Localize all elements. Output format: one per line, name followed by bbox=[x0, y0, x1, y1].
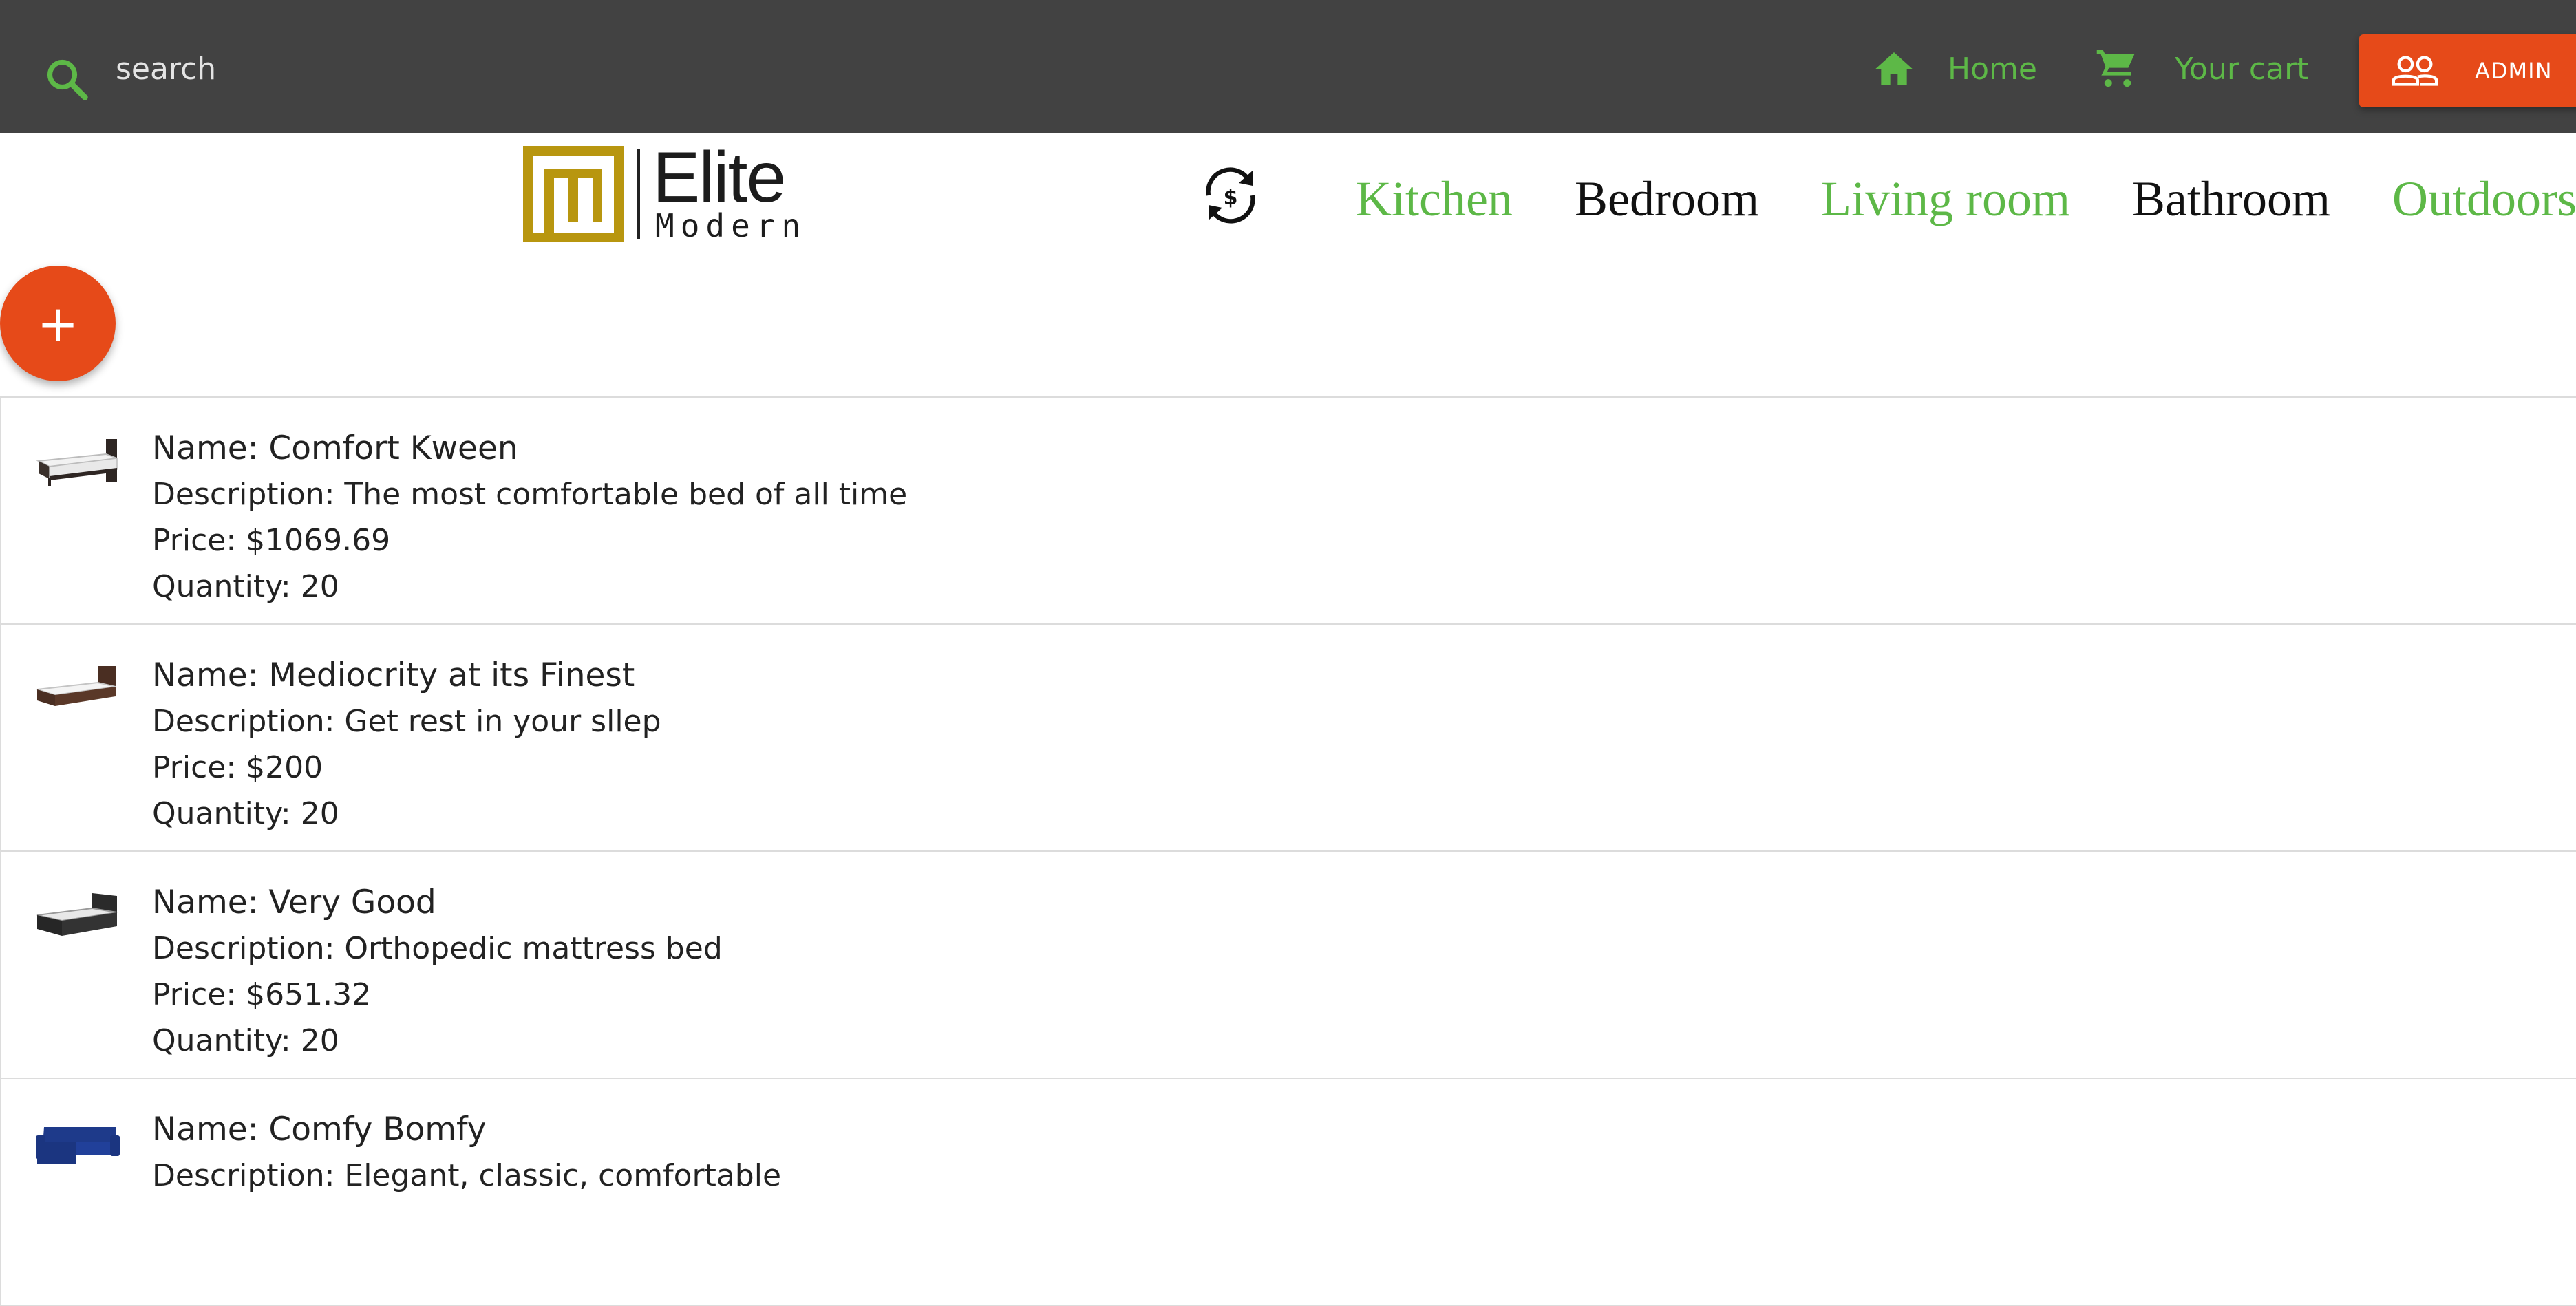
search-input[interactable] bbox=[116, 44, 597, 94]
product-description: Description: Elegant, classic, comfortab… bbox=[152, 1158, 782, 1193]
product-description: Description: The most comfortable bed of… bbox=[152, 477, 908, 512]
product-name: Name: Mediocrity at its Finest bbox=[152, 656, 635, 694]
product-quantity: Quantity: 20 bbox=[152, 1023, 339, 1058]
product-name: Name: Comfy Bomfy bbox=[152, 1111, 487, 1148]
top-app-bar: Home Your cart ADMIN bbox=[0, 0, 2576, 133]
logo-divider bbox=[637, 149, 640, 239]
logo-mark-icon bbox=[523, 146, 624, 242]
currency-exchange-icon[interactable]: $ bbox=[1197, 165, 1264, 226]
cart-link-label: Your cart bbox=[2175, 51, 2309, 87]
svg-text:$: $ bbox=[1224, 186, 1238, 210]
sofa-thumbnail-icon bbox=[36, 1127, 120, 1164]
add-product-button[interactable]: + bbox=[0, 266, 116, 381]
admin-button[interactable]: ADMIN bbox=[2359, 34, 2576, 107]
product-price: Price: $200 bbox=[152, 750, 323, 785]
list-item[interactable]: Name: Mediocrity at its Finest Descripti… bbox=[0, 625, 2576, 852]
bed-thumbnail-icon bbox=[36, 666, 116, 706]
product-details: Name: Very Good Description: Orthopedic … bbox=[152, 879, 723, 1064]
product-details: Name: Comfy Bomfy Description: Elegant, … bbox=[152, 1106, 781, 1199]
home-icon bbox=[1875, 52, 1913, 85]
category-outdoors[interactable]: Outdoors bbox=[2392, 168, 2576, 230]
product-details: Name: Comfort Kween Description: The mos… bbox=[152, 425, 907, 610]
list-item[interactable]: Name: Comfy Bomfy Description: Elegant, … bbox=[0, 1079, 2576, 1306]
product-quantity: Quantity: 20 bbox=[152, 569, 339, 604]
logo-wordmark-modern: Modern bbox=[655, 207, 807, 244]
product-quantity: Quantity: 20 bbox=[152, 796, 339, 831]
product-details: Name: Mediocrity at its Finest Descripti… bbox=[152, 652, 661, 837]
home-link[interactable]: Home bbox=[1872, 43, 2037, 95]
admin-button-label: ADMIN bbox=[2475, 58, 2553, 84]
cart-link[interactable]: Your cart bbox=[2095, 43, 2308, 95]
site-logo[interactable]: Elite Modern bbox=[523, 138, 812, 244]
category-kitchen[interactable]: Kitchen bbox=[1356, 168, 1513, 230]
bed-thumbnail-icon bbox=[36, 893, 118, 936]
category-living-room[interactable]: Living room bbox=[1821, 168, 2070, 230]
cart-icon bbox=[2096, 50, 2135, 87]
category-bedroom[interactable]: Bedroom bbox=[1575, 168, 1759, 230]
product-price: Price: $1069.69 bbox=[152, 523, 391, 558]
list-item[interactable]: Name: Very Good Description: Orthopedic … bbox=[0, 852, 2576, 1079]
home-link-label: Home bbox=[1948, 51, 2037, 87]
product-name: Name: Comfort Kween bbox=[152, 429, 518, 467]
logo-wordmark-elite: Elite bbox=[652, 138, 786, 217]
product-description: Description: Orthopedic mattress bed bbox=[152, 931, 723, 966]
product-list: Name: Comfort Kween Description: The mos… bbox=[0, 396, 2576, 1306]
bed-thumbnail-icon bbox=[36, 439, 118, 486]
search-icon[interactable] bbox=[43, 55, 92, 105]
list-item[interactable]: Name: Comfort Kween Description: The mos… bbox=[0, 398, 2576, 625]
product-price: Price: $651.32 bbox=[152, 977, 372, 1012]
product-name: Name: Very Good bbox=[152, 884, 436, 921]
category-bathroom[interactable]: Bathroom bbox=[2132, 168, 2330, 230]
people-icon bbox=[2392, 56, 2438, 86]
product-description: Description: Get rest in your sllep bbox=[152, 704, 661, 739]
